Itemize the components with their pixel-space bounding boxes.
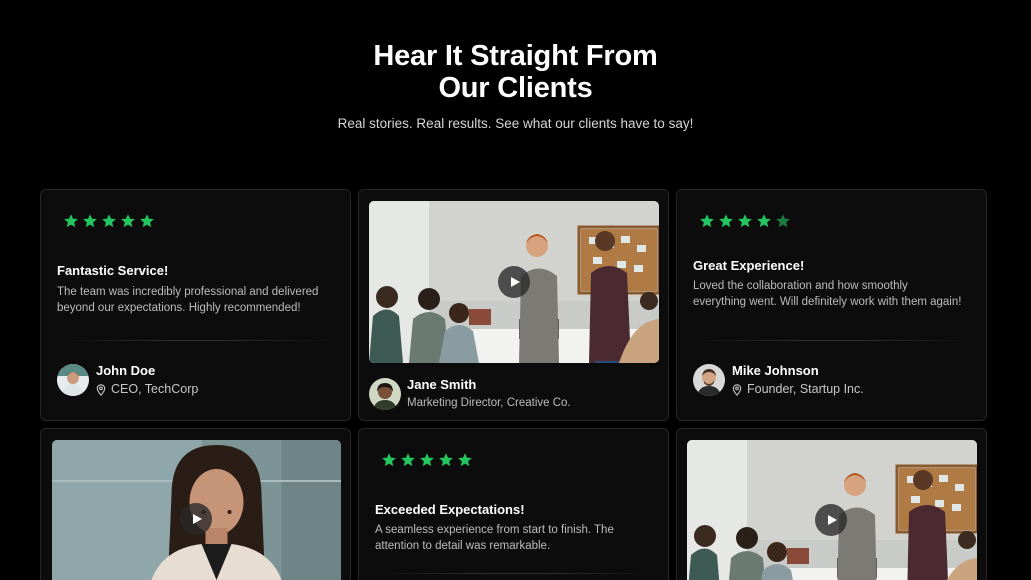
testimonial-card: Exceeded Expectations! A seamless experi… <box>358 428 669 580</box>
star-rating <box>699 213 791 229</box>
author-name: Mike Johnson <box>732 363 819 378</box>
star-icon <box>101 213 117 229</box>
star-icon <box>737 213 753 229</box>
star-icon <box>699 213 715 229</box>
testimonial-text: Loved the collaboration and how smoothly… <box>693 280 962 308</box>
author-role: Founder, Startup Inc. <box>747 382 864 396</box>
testimonial-text: The team was incredibly professional and… <box>57 286 319 314</box>
author: Mike Johnson Founder, Startup Inc. <box>693 362 864 398</box>
testimonial-title: Great Experience! <box>693 258 805 273</box>
star-icon <box>381 452 397 468</box>
author: Jane Smith Marketing Director, Creative … <box>369 376 571 412</box>
testimonial-text: A seamless experience from start to fini… <box>375 524 614 552</box>
avatar <box>57 364 89 396</box>
star-icon <box>120 213 136 229</box>
divider <box>57 340 337 341</box>
star-icon <box>438 452 454 468</box>
author: John Doe CEO, TechCorp <box>57 362 198 398</box>
divider <box>375 573 655 574</box>
video-thumbnail[interactable] <box>52 440 341 580</box>
star-icon <box>82 213 98 229</box>
star-icon <box>756 213 772 229</box>
play-button[interactable] <box>815 504 847 536</box>
testimonial-card: Great Experience! Loved the collaboratio… <box>676 189 987 421</box>
video-thumbnail[interactable] <box>369 201 659 363</box>
play-icon <box>826 514 838 526</box>
play-icon <box>509 276 521 288</box>
star-icon <box>457 452 473 468</box>
star-icon <box>63 213 79 229</box>
author-name: Jane Smith <box>407 377 477 392</box>
play-button[interactable] <box>498 266 530 298</box>
star-rating <box>63 213 155 229</box>
star-icon <box>400 452 416 468</box>
location-pin-icon <box>96 384 106 396</box>
author-role: CEO, TechCorp <box>111 382 199 396</box>
video-testimonial-card <box>676 428 987 580</box>
star-rating <box>381 452 473 468</box>
video-testimonial-card: Jane Smith Marketing Director, Creative … <box>358 189 669 421</box>
location-pin-icon <box>732 384 742 396</box>
star-icon <box>419 452 435 468</box>
author-name: John Doe <box>96 363 156 378</box>
page-subtitle: Real stories. Real results. See what our… <box>337 116 694 131</box>
testimonial-title: Exceeded Expectations! <box>375 502 525 517</box>
video-testimonial-card <box>40 428 351 580</box>
testimonial-card: Fantastic Service! The team was incredib… <box>40 189 351 421</box>
star-half-icon <box>775 213 791 229</box>
star-icon <box>718 213 734 229</box>
divider <box>693 340 973 341</box>
video-thumbnail[interactable] <box>687 440 977 580</box>
author-role: Marketing Director, Creative Co. <box>407 397 571 409</box>
play-icon <box>191 513 203 525</box>
testimonial-title: Fantastic Service! <box>57 263 169 278</box>
star-icon <box>139 213 155 229</box>
page-title: Hear It Straight From Our Clients <box>373 40 658 104</box>
avatar <box>369 378 401 410</box>
avatar <box>693 364 725 396</box>
play-button[interactable] <box>180 503 212 535</box>
